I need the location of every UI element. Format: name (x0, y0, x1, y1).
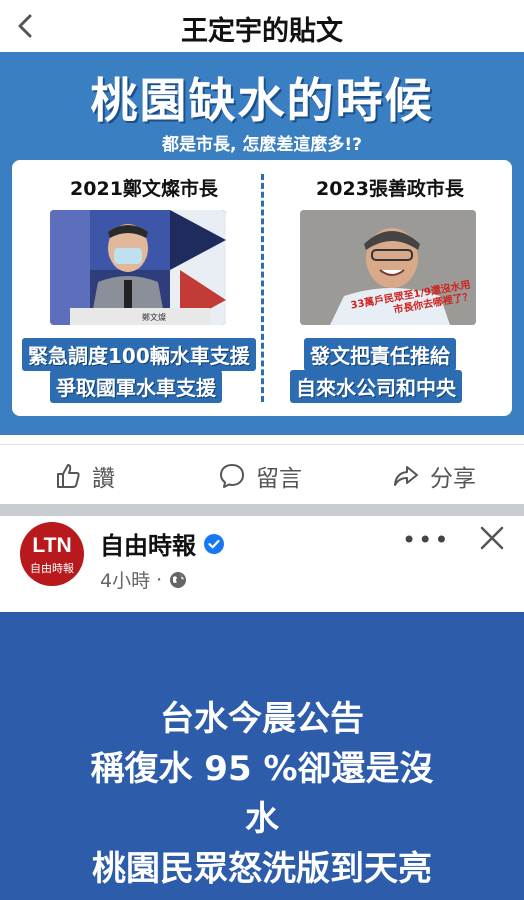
more-options-icon[interactable]: ••• (402, 526, 450, 554)
page-name-text: 自由時報 (100, 532, 196, 560)
comment-button[interactable]: 留言 (218, 461, 302, 492)
image-subtitle: 都是市長, 怎麼差這麼多!? (162, 135, 362, 155)
image-headline: 桃園缺水的時候 (90, 74, 434, 129)
avatar-logo-text: LTN (32, 534, 72, 557)
left-caption-line-2: 爭取國軍水車支援 (50, 370, 222, 403)
share-arrow-icon (394, 466, 418, 486)
verified-badge-icon (204, 533, 224, 554)
share-label: 分享 (430, 466, 476, 492)
share-button[interactable]: 分享 (392, 461, 476, 492)
comment-bubble-icon (220, 464, 244, 488)
post-header: LTN 自由時報 自由時報 4小時 · ••• (0, 516, 524, 612)
post-action-bar: 讚 留言 分享 (0, 444, 524, 504)
globe-icon (170, 571, 187, 588)
left-column-heading: 2021鄭文燦市長 (70, 178, 218, 200)
dashed-divider (261, 174, 264, 402)
feed-separator (0, 504, 524, 516)
right-caption-line-2: 自來水公司和中央 (290, 370, 462, 403)
left-caption-line-1: 緊急調度100輛水車支援 (22, 338, 256, 371)
name-plate-text: 鄭文燦 (142, 312, 166, 322)
news-headline: 台水今晨公告 稱復水 95 %卻還是沒 水 桃園民眾怒洗版到天亮 (0, 694, 524, 894)
meta-dot: · (156, 568, 163, 591)
post-meta: 4小時 · (100, 566, 188, 593)
news-post-image[interactable]: 台水今晨公告 稱復水 95 %卻還是沒 水 桃園民眾怒洗版到天亮 (0, 612, 524, 900)
news-headline-line-4: 桃園民眾怒洗版到天亮 (92, 849, 432, 889)
press-conference-illustration: 鄭文燦 (50, 210, 226, 325)
comment-label: 留言 (256, 466, 302, 492)
post-time[interactable]: 4小時 (100, 566, 150, 593)
avatar-logo-subtext: 自由時報 (30, 562, 74, 575)
like-label: 讚 (92, 466, 115, 492)
close-icon[interactable] (476, 522, 508, 554)
comparison-card: 2021鄭文燦市長 鄭文燦 緊急調度100輛水車支援 爭取國軍水車支援 2023… (12, 160, 512, 416)
page-title: 王定宇的貼文 (181, 16, 343, 47)
right-column-heading: 2023張善政市長 (316, 178, 464, 200)
right-photo: 33萬戶民眾至1/9還沒水用 市長你去哪裡了？ (300, 210, 476, 325)
shared-post-image[interactable]: 桃園缺水的時候 都是市長, 怎麼差這麼多!? 2021鄭文燦市長 鄭文燦 緊急調… (0, 52, 524, 435)
thumbs-up-icon (57, 464, 80, 488)
news-headline-line-3: 水 (245, 799, 279, 839)
right-caption-line-1: 發文把責任推給 (304, 338, 456, 371)
page-name[interactable]: 自由時報 (100, 526, 224, 561)
top-navigation-bar: 王定宇的貼文 (0, 0, 524, 52)
avatar[interactable]: LTN 自由時報 (20, 522, 84, 586)
news-headline-line-2: 稱復水 95 %卻還是沒 (90, 749, 434, 789)
like-button[interactable]: 讚 (54, 461, 115, 492)
left-photo: 鄭文燦 (50, 210, 226, 325)
news-headline-line-1: 台水今晨公告 (160, 699, 364, 739)
